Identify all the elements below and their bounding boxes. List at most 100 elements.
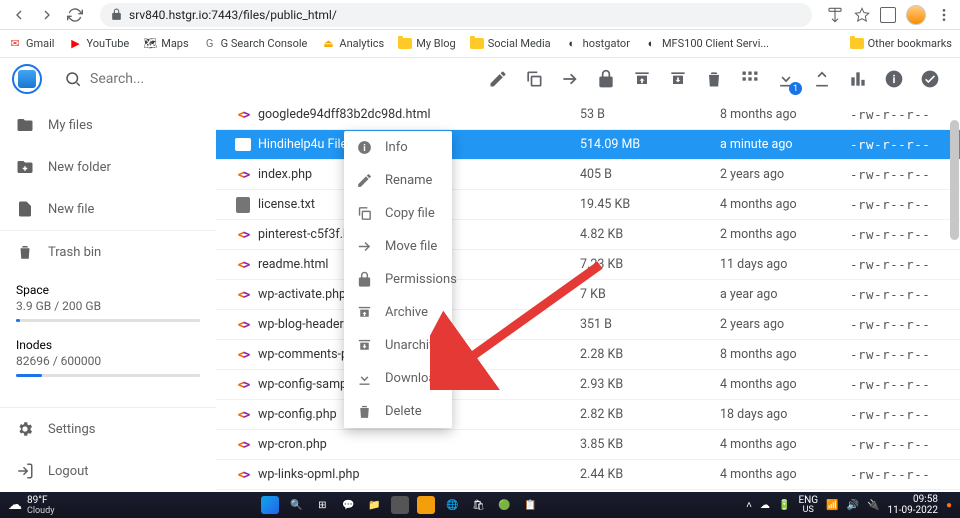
- file-modified: a minute ago: [720, 137, 850, 152]
- upload-icon[interactable]: [812, 69, 832, 89]
- file-row[interactable]: <>wp-cron.php3.85 KB4 months ago-rw-r--r…: [216, 430, 960, 460]
- reload-button[interactable]: [64, 4, 86, 26]
- sidebar-new-folder[interactable]: New folder: [0, 146, 216, 188]
- unarchive-icon: [356, 337, 373, 354]
- taskbar-temp: 89°F: [27, 495, 54, 506]
- bookmark-my-blog[interactable]: My Blog: [398, 37, 456, 50]
- sidebar-trash[interactable]: Trash bin: [0, 230, 216, 273]
- taskbar-volume-icon[interactable]: 🔊: [847, 500, 859, 511]
- start-button[interactable]: [261, 496, 279, 514]
- ctx-permissions[interactable]: Permissions: [344, 263, 452, 296]
- taskbar-taskview[interactable]: ⊞: [313, 496, 331, 514]
- taskbar-app2[interactable]: [417, 496, 435, 514]
- bookmark-gsc[interactable]: GG Search Console: [203, 37, 308, 51]
- taskbar-notif-icon[interactable]: ●: [946, 500, 952, 511]
- file-permissions: -rw-r--r--: [850, 467, 960, 482]
- unarchive-icon[interactable]: [668, 69, 688, 89]
- taskbar-lang[interactable]: ENG: [798, 495, 818, 506]
- file-row[interactable]: <>wp-links-opml.php2.44 KB4 months ago-r…: [216, 460, 960, 490]
- ctx-archive[interactable]: Archive: [344, 296, 452, 329]
- taskbar-tray-chevron[interactable]: ˄: [746, 500, 752, 511]
- ctx-download[interactable]: Download1: [344, 362, 452, 395]
- ctx-rename[interactable]: Rename: [344, 164, 452, 197]
- taskbar-chrome[interactable]: 🌐: [443, 496, 461, 514]
- edit-icon[interactable]: [488, 69, 508, 89]
- bookmark-analytics[interactable]: ⏏Analytics: [321, 37, 384, 51]
- move-icon[interactable]: [560, 69, 580, 89]
- taskbar-edge[interactable]: 🟢: [495, 496, 513, 514]
- file-permissions: -rw-r--r--: [850, 377, 960, 392]
- taskbar-wifi-icon[interactable]: 📶: [826, 500, 838, 511]
- ctx-move-file[interactable]: Move file: [344, 230, 452, 263]
- file-row[interactable]: <>wp-comments-p2.28 KB8 months ago-rw-r-…: [216, 340, 960, 370]
- taskbar-search[interactable]: 🔍: [287, 496, 305, 514]
- gear-icon: [16, 420, 34, 438]
- taskbar-app1[interactable]: [391, 496, 409, 514]
- scrollbar[interactable]: [949, 100, 959, 492]
- file-row[interactable]: license.txt19.45 KB4 months ago-rw-r--r-…: [216, 190, 960, 220]
- document-icon: [236, 197, 250, 213]
- new-file-icon: [16, 200, 34, 218]
- check-icon[interactable]: [920, 69, 940, 89]
- bookmark-maps[interactable]: 🗺Maps: [143, 37, 188, 51]
- search-input[interactable]: [90, 71, 344, 87]
- share-icon[interactable]: [826, 6, 844, 24]
- delete-icon: [356, 403, 373, 420]
- ctx-unarchive[interactable]: Unarchive: [344, 329, 452, 362]
- app-logo[interactable]: [12, 64, 42, 94]
- taskbar-time[interactable]: 09:58: [887, 494, 938, 505]
- ctx-label: Permissions: [385, 272, 457, 287]
- file-row[interactable]: <>googlede94dff83b2dc98d.html53 B8 month…: [216, 100, 960, 130]
- taskbar-power-icon[interactable]: 🔌: [867, 500, 879, 511]
- extensions-icon[interactable]: [880, 7, 896, 23]
- taskbar-store[interactable]: 🛍: [469, 496, 487, 514]
- permissions-icon[interactable]: [596, 69, 616, 89]
- taskbar-notes[interactable]: 📋: [521, 496, 539, 514]
- ctx-delete[interactable]: Delete: [344, 395, 452, 428]
- file-name: wp-cron.php: [258, 437, 580, 452]
- menu-icon[interactable]: [936, 7, 952, 23]
- ctx-info[interactable]: Info: [344, 131, 452, 164]
- other-bookmarks[interactable]: Other bookmarks: [850, 37, 952, 50]
- taskbar-explorer[interactable]: 📁: [365, 496, 383, 514]
- ctx-label: Info: [385, 140, 408, 155]
- file-size: 3.85 KB: [580, 437, 720, 452]
- bookmark-mfs100[interactable]: ◐MFS100 Client Servi...: [644, 37, 769, 51]
- file-row[interactable]: Hindihelp4u File514.09 MBa minute ago-rw…: [216, 130, 960, 160]
- grid-icon[interactable]: [740, 69, 760, 89]
- bookmark-hostgator[interactable]: ◐hostgator: [565, 37, 630, 51]
- file-row[interactable]: <>readme.html7.23 KB11 days ago-rw-r--r-…: [216, 250, 960, 280]
- taskbar-chat[interactable]: 💬: [339, 496, 357, 514]
- forward-button[interactable]: [36, 4, 58, 26]
- taskbar-onedrive-icon[interactable]: ☁: [760, 500, 770, 511]
- profile-avatar[interactable]: [906, 5, 926, 25]
- archive-icon[interactable]: [632, 69, 652, 89]
- file-row[interactable]: <>wp-config.php2.82 KB18 days ago-rw-r--…: [216, 400, 960, 430]
- sidebar-settings[interactable]: Settings: [0, 407, 216, 450]
- inodes-label: Inodes: [16, 338, 200, 352]
- file-row[interactable]: <>wp-config-samp2.93 KB4 months ago-rw-r…: [216, 370, 960, 400]
- address-bar[interactable]: srv840.hstgr.io:7443/files/public_html/: [100, 3, 812, 27]
- file-row[interactable]: <>wp-activate.php7 KBa year ago-rw-r--r-…: [216, 280, 960, 310]
- sidebar-new-file[interactable]: New file: [0, 188, 216, 230]
- taskbar-weather[interactable]: ☁ 89°F Cloudy: [8, 495, 54, 516]
- taskbar-battery-icon[interactable]: 🔋: [778, 500, 790, 511]
- ctx-label: Move file: [385, 239, 437, 254]
- file-row[interactable]: <>pinterest-c5f3f.h4.82 KB2 months ago-r…: [216, 220, 960, 250]
- bookmark-youtube[interactable]: ▶YouTube: [68, 37, 129, 51]
- star-icon[interactable]: [854, 7, 870, 23]
- file-modified: 4 months ago: [720, 377, 850, 392]
- file-row[interactable]: <>index.php405 B2 years ago-rw-r--r--: [216, 160, 960, 190]
- delete-icon[interactable]: [704, 69, 724, 89]
- ctx-copy-file[interactable]: Copy file: [344, 197, 452, 230]
- info-icon[interactable]: [884, 69, 904, 89]
- file-row[interactable]: <>wp-blog-header.351 B2 years ago-rw-r--…: [216, 310, 960, 340]
- copy-icon[interactable]: [524, 69, 544, 89]
- back-button[interactable]: [8, 4, 30, 26]
- stats-icon[interactable]: [848, 69, 868, 89]
- bookmark-gmail[interactable]: ✉Gmail: [8, 37, 54, 51]
- download-icon[interactable]: 1: [776, 69, 796, 89]
- bookmark-social-media[interactable]: Social Media: [470, 37, 551, 50]
- sidebar-logout[interactable]: Logout: [0, 450, 216, 492]
- sidebar-my-files[interactable]: My files: [0, 104, 216, 146]
